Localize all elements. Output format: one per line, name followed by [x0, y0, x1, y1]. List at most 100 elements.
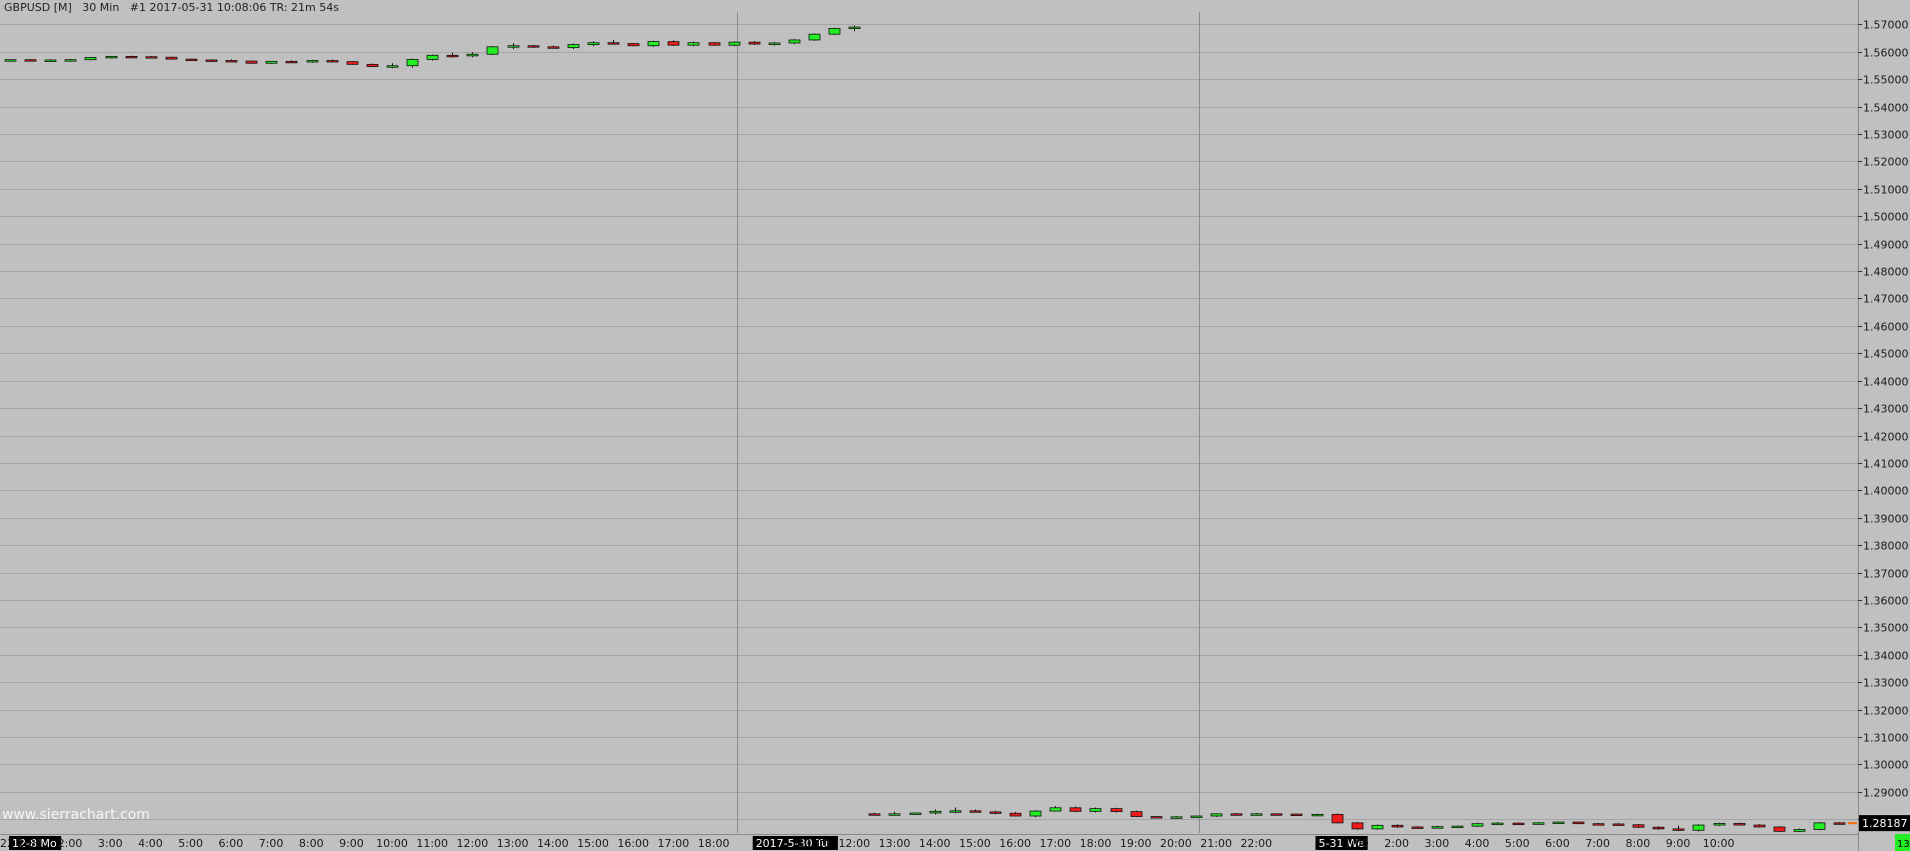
candle-down	[1331, 813, 1344, 824]
candle-up	[929, 810, 942, 814]
candle-up	[1250, 813, 1263, 816]
y-tick-label: 1.40000	[1863, 485, 1909, 498]
watermark: www.sierrachart.com	[2, 807, 150, 823]
candle-down	[1512, 822, 1525, 826]
y-tick-label: 1.39000	[1863, 513, 1909, 526]
candle-down	[527, 45, 540, 48]
y-tick-label: 1.57000	[1863, 19, 1909, 32]
x-tick-label: 16:00	[617, 837, 649, 850]
candle-up	[105, 56, 118, 59]
x-tick-label: 2:00	[1384, 837, 1409, 850]
candle-up	[1451, 825, 1464, 829]
candle-down	[1652, 826, 1665, 830]
candle-up	[647, 41, 660, 47]
candle-down	[1753, 824, 1766, 828]
x-tick-label: 16:00	[999, 837, 1031, 850]
candle-down	[1411, 826, 1424, 829]
x-tick-label: 10:00	[1703, 837, 1735, 850]
candle-down	[1069, 807, 1082, 812]
candle-down	[1009, 812, 1022, 817]
x-tick-label: 14:00	[919, 837, 951, 850]
candle-up	[486, 46, 499, 55]
candle-up	[1431, 826, 1444, 829]
x-tick-label: 2:00	[58, 837, 83, 850]
candle-down	[24, 59, 37, 62]
candle-up	[1170, 816, 1183, 819]
x-tick-label: 10:00	[376, 837, 408, 850]
x-tick-label: 21:00	[1200, 837, 1232, 850]
x-tick-label: 18:00	[1080, 837, 1112, 850]
x-tick-label: 7:00	[1585, 837, 1610, 850]
x-tick-label: 5:00	[1505, 837, 1530, 850]
x-tick-label: 13:00	[879, 837, 911, 850]
candle-up	[808, 33, 821, 41]
y-tick-label: 1.52000	[1863, 156, 1909, 169]
candle-up	[888, 813, 901, 816]
y-tick-label: 1.36000	[1863, 595, 1909, 608]
candle-up	[466, 53, 479, 57]
candle-down	[1351, 822, 1364, 830]
y-tick-label: 1.45000	[1863, 348, 1909, 361]
y-tick-label: 1.37000	[1863, 568, 1909, 581]
candle-down	[1130, 811, 1143, 817]
x-tick-label: 6:00	[1545, 837, 1570, 850]
candle-up	[687, 42, 700, 46]
candle-up	[1491, 822, 1504, 826]
candle-up	[848, 26, 861, 29]
candle-up	[306, 60, 319, 63]
y-tick-label: 1.43000	[1863, 403, 1909, 416]
x-tick-label: 14:00	[537, 837, 569, 850]
candle-down	[1733, 823, 1746, 826]
x-tick-label: 11:00	[798, 837, 830, 850]
candle-down	[667, 41, 680, 46]
candle-up	[386, 65, 399, 68]
chart-header: GBPUSD [M] 30 Min #1 2017-05-31 10:08:06…	[4, 1, 339, 14]
candle-down	[1290, 813, 1303, 816]
candle-up	[1210, 813, 1223, 817]
x-tick-label: 9:00	[1666, 837, 1691, 850]
candle-up	[84, 57, 97, 61]
y-tick-label: 1.47000	[1863, 293, 1909, 306]
y-tick-label: 1.33000	[1863, 677, 1909, 690]
candle-up	[1692, 824, 1705, 831]
candle-up	[949, 810, 962, 813]
y-tick-label: 1.34000	[1863, 650, 1909, 663]
candle-up	[1813, 822, 1826, 830]
y-tick-label: 1.42000	[1863, 431, 1909, 444]
x-tick-label: 12:00	[457, 837, 489, 850]
y-tick-label: 1.50000	[1863, 211, 1909, 224]
x-tick-label: 8:00	[299, 837, 324, 850]
candle-down	[708, 42, 721, 46]
candle-up	[426, 54, 439, 60]
corner-label: 13	[1897, 839, 1910, 850]
x-tick-label: 13:00	[497, 837, 529, 850]
x-tick-label: 11:00	[416, 837, 448, 850]
candle-down	[1632, 824, 1645, 828]
x-tick-label: 1:00	[18, 837, 43, 850]
candle-up	[64, 59, 77, 62]
candle-up	[768, 42, 781, 45]
candle-down	[969, 810, 982, 813]
y-tick-label: 1.38000	[1863, 540, 1909, 553]
x-tick-label: 1:00	[1344, 837, 1369, 850]
x-tick-label: 22:00	[1240, 837, 1272, 850]
y-tick-label: 1.44000	[1863, 376, 1909, 389]
candle-up	[44, 59, 57, 62]
price-label-text: 1.28187	[1862, 817, 1908, 830]
y-tick-label: 1.31000	[1863, 732, 1909, 745]
x-tick-label: 17:00	[1039, 837, 1071, 850]
x-tick-label: 8:00	[1626, 837, 1651, 850]
x-tick-label: 12:00	[838, 837, 870, 850]
candlestick-chart: 1.57000 1.56000 1.55000 1.54000 1.53000 1.520…	[0, 0, 1910, 851]
y-tick-label: 1.49000	[1863, 239, 1909, 252]
candle-up	[1029, 810, 1042, 817]
x-tick-label: 4:00	[138, 837, 163, 850]
candle-down	[1391, 824, 1404, 828]
y-tick-label: 1.46000	[1863, 321, 1909, 334]
y-tick-label: 1.51000	[1863, 184, 1909, 197]
candle-down	[1110, 808, 1123, 813]
candle-down	[1672, 828, 1685, 831]
x-tick-label: 20:00	[1160, 837, 1192, 850]
y-tick-label: 1.29000	[1863, 787, 1909, 800]
candle-up	[1532, 822, 1545, 825]
